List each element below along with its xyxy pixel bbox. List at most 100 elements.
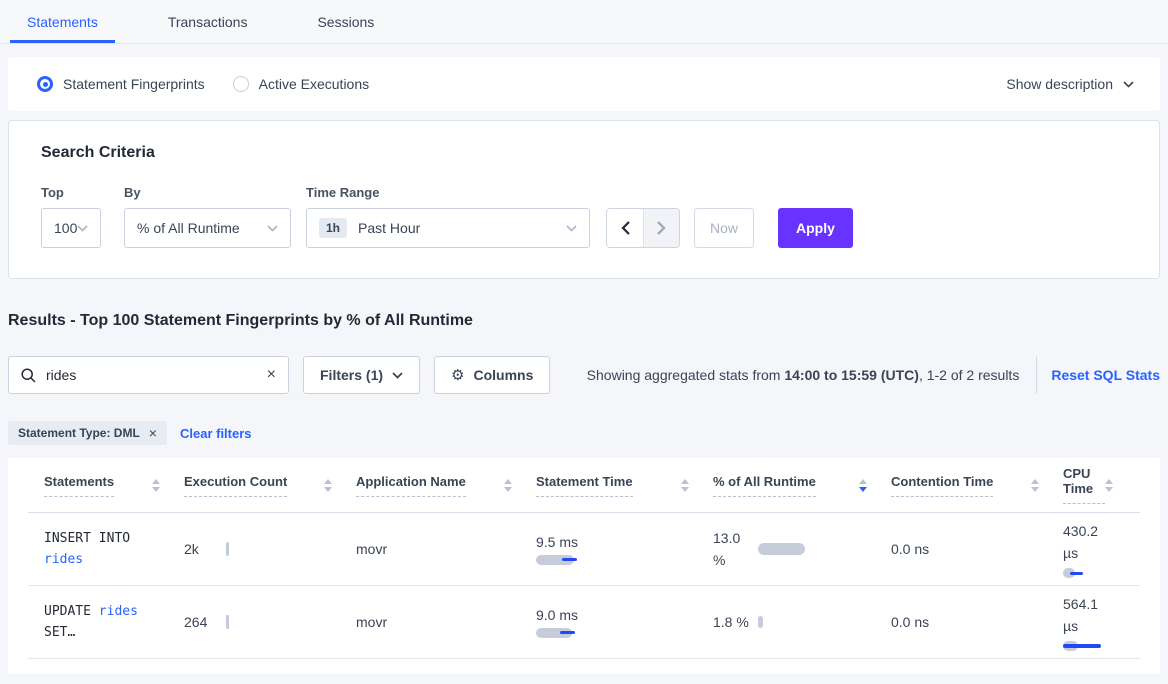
results-summary: Showing aggregated stats from 14:00 to 1… <box>587 367 1020 383</box>
radio-selected-icon[interactable] <box>37 76 53 92</box>
statement-cell: UPDATE rides SET… <box>44 601 184 643</box>
divider <box>1036 356 1037 394</box>
radio-active-executions[interactable]: Active Executions <box>233 76 370 92</box>
cpu-time-cell: 564.1 µs <box>1063 593 1137 651</box>
statement-link[interactable]: rides <box>99 604 138 619</box>
search-criteria-title: Search Criteria <box>41 144 1127 162</box>
table-row[interactable]: INSERT INTO rides 2k movr 9.5 ms 13.0 % … <box>28 513 1140 586</box>
pct-runtime-cell: 1.8 % <box>713 611 891 633</box>
chevron-down-icon <box>267 225 278 232</box>
time-range-value: Past Hour <box>358 220 420 236</box>
time-range-field: Time Range 1h Past Hour <box>306 185 590 248</box>
filter-pill-label: Statement Type: DML <box>18 426 140 440</box>
chevron-left-icon <box>621 221 630 235</box>
statement-cell: INSERT INTO rides <box>44 528 184 570</box>
by-select-value: % of All Runtime <box>137 220 240 236</box>
statement-text: INSERT INTO <box>44 531 130 546</box>
tab-transactions[interactable]: Transactions <box>151 0 265 43</box>
view-mode-radio-group: Statement Fingerprints Active Executions <box>37 76 369 92</box>
column-header-contention-time[interactable]: Contention Time <box>891 474 993 497</box>
top-select[interactable]: 100 <box>41 208 101 248</box>
view-mode-bar: Statement Fingerprints Active Executions… <box>8 57 1160 111</box>
chevron-down-icon <box>566 225 577 232</box>
std-dev-bar <box>1070 572 1083 575</box>
reset-sql-stats-link[interactable]: Reset SQL Stats <box>1051 367 1160 383</box>
sort-icon-active[interactable] <box>859 479 867 492</box>
columns-label: Columns <box>473 367 533 383</box>
radio-active-executions-label: Active Executions <box>259 76 370 92</box>
table-row[interactable]: UPDATE rides SET… 264 movr 9.0 ms 1.8 % … <box>28 586 1140 659</box>
statement-text: UPDATE <box>44 604 91 619</box>
execution-count-bar <box>226 615 229 629</box>
radio-statement-fingerprints-label: Statement Fingerprints <box>63 76 205 92</box>
sort-icon[interactable] <box>1031 479 1039 492</box>
statement-text: SET… <box>44 625 75 640</box>
clear-filters-link[interactable]: Clear filters <box>180 426 252 441</box>
clear-search-icon[interactable]: × <box>267 367 276 383</box>
search-box[interactable]: × <box>8 356 289 394</box>
by-select[interactable]: % of All Runtime <box>124 208 291 248</box>
column-header-statements[interactable]: Statements <box>44 474 114 497</box>
sort-icon[interactable] <box>504 479 512 492</box>
pct-runtime-bar <box>758 616 763 628</box>
previous-time-button[interactable] <box>607 209 643 247</box>
application-name-cell: movr <box>356 541 536 557</box>
sort-icon[interactable] <box>152 479 160 492</box>
tab-statements[interactable]: Statements <box>10 0 115 43</box>
by-label: By <box>124 185 291 200</box>
std-dev-bar <box>560 631 575 634</box>
time-range-badge: 1h <box>319 218 347 238</box>
remove-filter-icon[interactable]: × <box>149 426 157 440</box>
now-button[interactable]: Now <box>694 208 754 248</box>
chevron-down-icon <box>77 225 88 232</box>
by-field: By % of All Runtime <box>124 185 291 248</box>
radio-statement-fingerprints[interactable]: Statement Fingerprints <box>37 76 205 92</box>
time-range-select[interactable]: 1h Past Hour <box>306 208 590 248</box>
results-controls: × Filters (1) ⚙ Columns Showing aggregat… <box>8 356 1160 394</box>
top-field: Top 100 <box>41 185 101 248</box>
time-range-label: Time Range <box>306 185 590 200</box>
show-description-label: Show description <box>1006 76 1113 92</box>
time-nav-group <box>606 208 680 248</box>
column-header-statement-time[interactable]: Statement Time <box>536 474 633 497</box>
application-name-cell: movr <box>356 614 536 630</box>
execution-count-cell: 264 <box>184 614 356 630</box>
column-header-application-name[interactable]: Application Name <box>356 474 466 497</box>
column-header-execution-count[interactable]: Execution Count <box>184 474 287 497</box>
sort-icon[interactable] <box>1105 479 1113 492</box>
results-heading: Results - Top 100 Statement Fingerprints… <box>8 312 1168 330</box>
gear-icon: ⚙ <box>451 366 464 384</box>
next-time-button[interactable] <box>643 209 679 247</box>
filters-button[interactable]: Filters (1) <box>303 356 420 394</box>
execution-count-cell: 2k <box>184 541 356 557</box>
sort-icon[interactable] <box>324 479 332 492</box>
statement-link[interactable]: rides <box>44 552 83 567</box>
active-filters-row: Statement Type: DML × Clear filters <box>8 421 1160 445</box>
page-tabs: Statements Transactions Sessions <box>0 0 1168 44</box>
chevron-down-icon <box>1123 81 1134 88</box>
show-description-toggle[interactable]: Show description <box>1006 76 1134 92</box>
chevron-down-icon <box>392 372 403 379</box>
tab-sessions[interactable]: Sessions <box>300 0 391 43</box>
std-dev-bar <box>562 558 577 561</box>
pct-runtime-bar <box>758 543 805 555</box>
columns-button[interactable]: ⚙ Columns <box>434 356 550 394</box>
radio-unselected-icon[interactable] <box>233 76 249 92</box>
filters-label: Filters (1) <box>320 367 383 383</box>
table-header-row: Statements Execution Count Application N… <box>28 458 1140 513</box>
chevron-right-icon <box>657 221 666 235</box>
apply-button[interactable]: Apply <box>778 208 853 248</box>
pct-runtime-cell: 13.0 % <box>713 527 891 571</box>
contention-time-cell: 0.0 ns <box>891 614 1063 630</box>
statement-time-cell: 9.5 ms <box>536 534 713 565</box>
search-criteria-card: Search Criteria Top 100 By % of All Runt… <box>8 120 1160 279</box>
column-header-pct-all-runtime[interactable]: % of All Runtime <box>713 474 816 497</box>
filter-pill-statement-type[interactable]: Statement Type: DML × <box>8 421 167 445</box>
column-header-cpu-time[interactable]: CPU Time <box>1063 466 1105 504</box>
search-input[interactable] <box>46 367 257 383</box>
execution-count-bar <box>226 542 229 556</box>
sort-icon[interactable] <box>681 479 689 492</box>
statements-table: Statements Execution Count Application N… <box>8 458 1160 674</box>
statement-time-cell: 9.0 ms <box>536 607 713 638</box>
std-dev-bar <box>1063 644 1101 648</box>
